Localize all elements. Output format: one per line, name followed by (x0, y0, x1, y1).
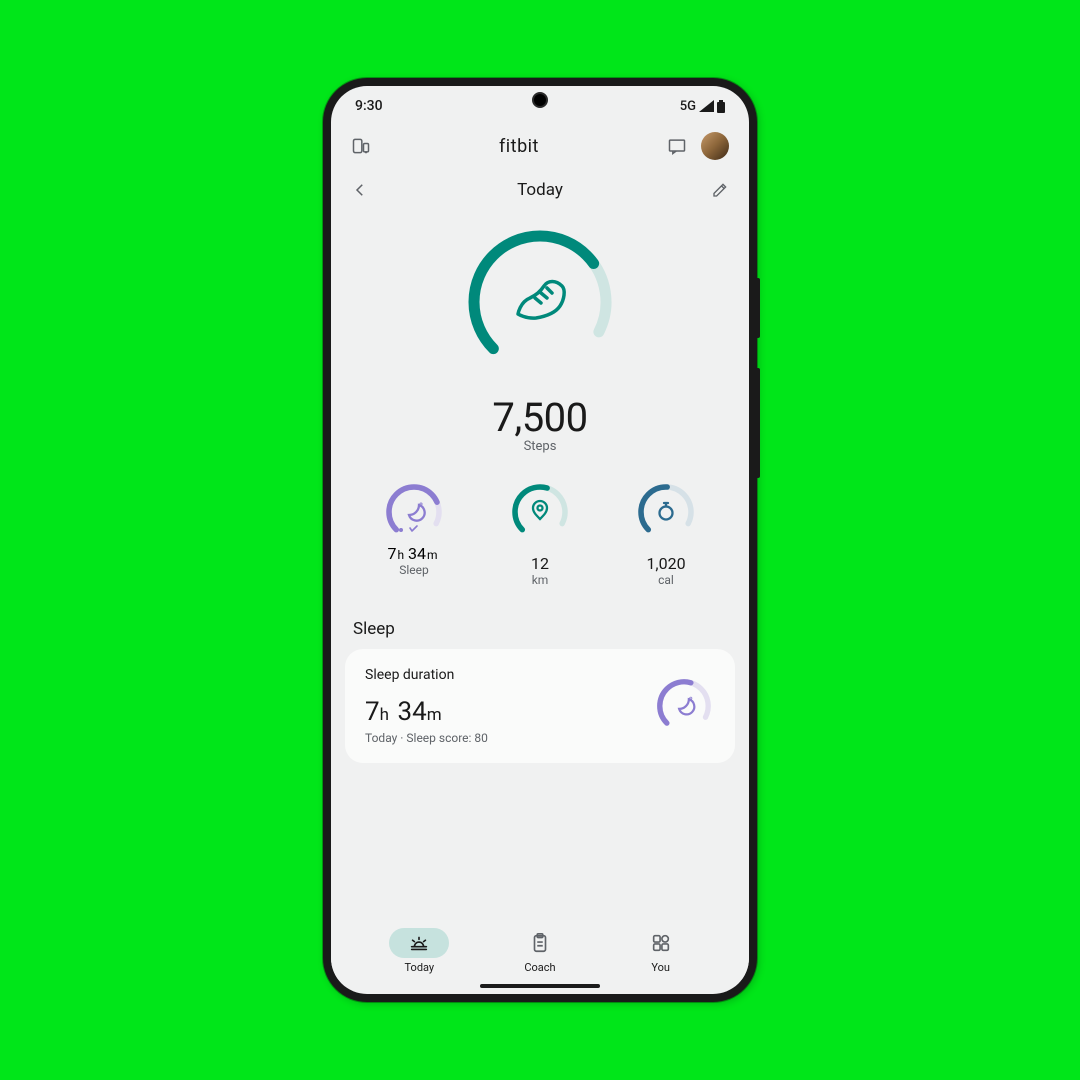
check-icon (410, 526, 417, 531)
phone-frame: 9:30 5G fitbit Today (323, 78, 757, 1002)
calories-value: 1,020 (616, 554, 716, 573)
screen: 9:30 5G fitbit Today (331, 86, 749, 994)
flame-icon (660, 503, 673, 520)
card-title: Sleep duration (365, 667, 488, 683)
sunrise-icon (408, 932, 430, 954)
battery-icon (717, 100, 725, 113)
shoe-icon (518, 282, 564, 319)
status-right: 5G (680, 99, 725, 114)
steps-ring (460, 222, 620, 382)
content[interactable]: 7,500 Steps 7h34m Sleep (331, 208, 749, 920)
calories-ring (634, 480, 698, 544)
home-indicator[interactable] (480, 984, 600, 988)
brand-logo: fitbit (499, 136, 539, 157)
card-sleep-ring (653, 675, 715, 737)
nav-coach[interactable]: Coach (510, 928, 570, 974)
bottom-nav: Today Coach You (331, 920, 749, 980)
card-sub: Today · Sleep score: 80 (365, 731, 488, 745)
grid-icon (650, 932, 672, 954)
avatar[interactable] (701, 132, 729, 160)
clipboard-icon (529, 932, 551, 954)
nav-you-label: You (651, 961, 670, 974)
back-icon[interactable] (351, 181, 369, 199)
edit-icon[interactable] (711, 181, 729, 199)
nav-today-label: Today (405, 961, 435, 974)
dot-icon (399, 528, 403, 532)
hero-steps[interactable]: 7,500 Steps (331, 208, 749, 472)
front-camera (532, 92, 548, 108)
mini-metrics: 7h34m Sleep 12 km (331, 472, 749, 611)
signal-icon (699, 100, 714, 112)
pin-icon (533, 501, 547, 519)
mini-calories[interactable]: 1,020 cal (616, 480, 716, 587)
network-type: 5G (680, 99, 696, 114)
status-time: 9:30 (355, 98, 383, 114)
distance-label: km (490, 573, 590, 587)
mini-distance[interactable]: 12 km (490, 480, 590, 587)
sleep-duration-card[interactable]: Sleep duration 7h 34m Today · Sleep scor… (345, 649, 735, 763)
distance-ring (508, 480, 572, 544)
mini-sleep[interactable]: 7h34m Sleep (364, 480, 464, 587)
card-value: 7h 34m (365, 697, 488, 727)
nav-today[interactable]: Today (389, 928, 449, 974)
steps-value: 7,500 (331, 394, 749, 441)
calories-label: cal (616, 573, 716, 587)
app-header: fitbit (331, 118, 749, 174)
nav-coach-label: Coach (524, 961, 555, 974)
messages-icon[interactable] (667, 136, 687, 156)
sleep-value: 7h34m (364, 544, 464, 563)
moon-icon (679, 698, 694, 715)
section-sleep-title: Sleep (331, 611, 749, 649)
sleep-label: Sleep (364, 563, 464, 577)
distance-value: 12 (490, 554, 590, 573)
nav-you[interactable]: You (631, 928, 691, 974)
title-row: Today (331, 174, 749, 208)
devices-icon[interactable] (351, 136, 371, 156)
moon-icon (409, 504, 425, 521)
page-title: Today (369, 180, 711, 200)
sleep-ring (382, 480, 446, 544)
steps-label: Steps (331, 439, 749, 454)
